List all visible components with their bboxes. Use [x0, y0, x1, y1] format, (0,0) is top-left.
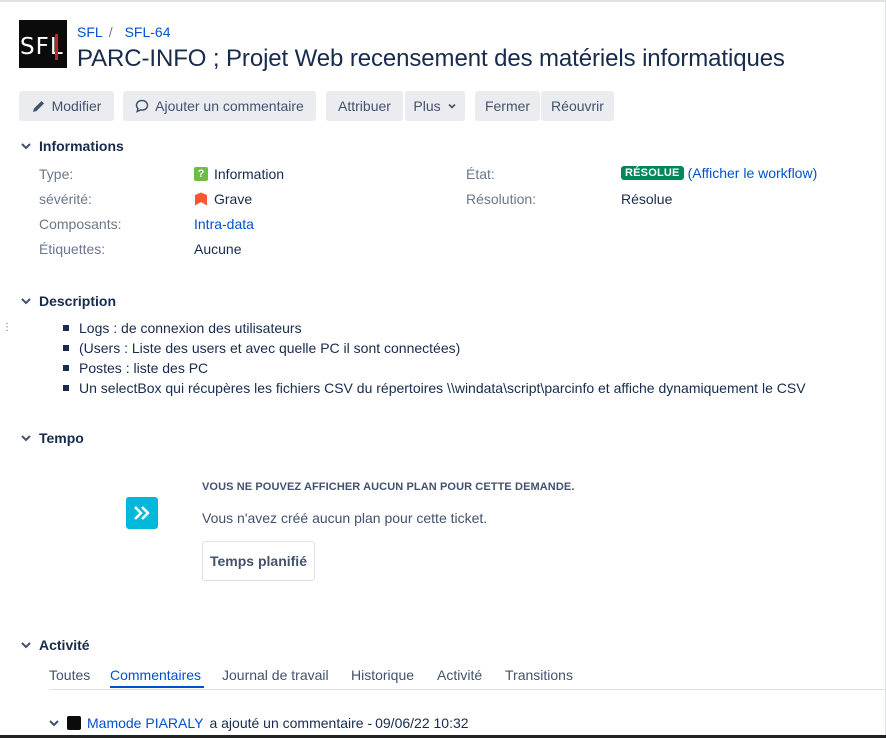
resize-handle[interactable]: ⋮ [2, 323, 12, 333]
type-label: Type: [39, 166, 74, 182]
tab-activity[interactable]: Activité [437, 667, 482, 683]
breadcrumb-project-link[interactable]: SFL [77, 24, 103, 40]
chevron-down-icon[interactable] [47, 716, 61, 730]
tempo-notice-text: Vous n'avez créé aucun plan pour cette t… [202, 510, 488, 526]
activity-heading: Activité [39, 637, 90, 653]
breadcrumb-issue-link[interactable]: SFL-64 [125, 24, 171, 40]
list-item: Un selectBox qui récupères les fichiers … [63, 378, 806, 398]
type-value-text: Information [214, 166, 285, 182]
comment-action-text: a ajouté un commentaire - [209, 715, 373, 731]
tab-transitions[interactable]: Transitions [505, 667, 573, 683]
chevron-down-icon [21, 435, 31, 442]
tempo-notice-title: VOUS NE POUVEZ AFFICHER AUCUN PLAN POUR … [202, 481, 575, 493]
comment-icon [135, 99, 149, 113]
list-item: Postes : liste des PC [63, 358, 806, 378]
tab-all[interactable]: Toutes [49, 667, 90, 683]
list-item: (Users : Liste des users et avec quelle … [63, 338, 806, 358]
tab-work-log[interactable]: Journal de travail [222, 667, 329, 683]
chevron-down-icon [448, 103, 456, 109]
comment-author-link[interactable]: Mamode PIARALY [87, 715, 203, 731]
details-heading: Informations [39, 138, 124, 154]
type-value: ? Information [194, 166, 284, 182]
status-value: RÉSOLUE (Afficher le workflow) [621, 165, 817, 181]
description-list: Logs : de connexion des utilisateurs (Us… [63, 318, 806, 398]
severity-grave-icon [195, 192, 207, 206]
pencil-icon [32, 101, 44, 112]
severity-value-text: Grave [214, 191, 253, 207]
project-avatar-accent [55, 34, 58, 60]
severity-value: Grave [194, 191, 252, 207]
information-type-icon: ? [194, 167, 208, 181]
labels-value: Aucune [194, 241, 242, 257]
comment-timestamp: 09/06/22 10:32 [375, 715, 469, 731]
more-button-label: Plus [413, 98, 441, 114]
chevron-down-icon [21, 642, 31, 649]
close-issue-button[interactable]: Fermer [475, 91, 540, 121]
activity-section-toggle[interactable]: Activité [19, 637, 90, 653]
double-chevron-right-icon [134, 506, 150, 520]
close-issue-button-label: Fermer [484, 98, 531, 114]
active-tab-indicator [110, 686, 204, 688]
edit-button-label: Modifier [51, 98, 102, 114]
page-title: PARC-INFO ; Projet Web recensement des m… [77, 45, 785, 72]
avatar [67, 716, 81, 730]
breadcrumb-separator: / [108, 24, 113, 40]
project-avatar[interactable]: SFL [19, 20, 67, 68]
reopen-issue-button-label: Réouvrir [551, 98, 604, 114]
tempo-heading: Tempo [39, 430, 84, 446]
tempo-section-toggle[interactable]: Tempo [19, 430, 84, 446]
view-workflow-link[interactable]: (Afficher le workflow) [688, 165, 818, 181]
tab-comments[interactable]: Commentaires [110, 667, 201, 683]
status-badge: RÉSOLUE [621, 166, 684, 180]
chevron-down-icon [21, 143, 31, 150]
tabs-divider [49, 689, 885, 690]
severity-label: sévérité: [39, 191, 92, 207]
labels-label: Étiquettes: [39, 241, 106, 257]
reopen-issue-button[interactable]: Réouvrir [541, 91, 614, 121]
description-section-toggle[interactable]: Description [19, 293, 116, 309]
status-label: État: [466, 166, 495, 182]
top-border [0, 0, 886, 2]
details-section-toggle[interactable]: Informations [19, 138, 124, 154]
add-comment-button[interactable]: Ajouter un commentaire [123, 91, 316, 121]
resolution-value: Résolue [621, 191, 673, 207]
tab-history[interactable]: Historique [351, 667, 414, 683]
resolution-label: Résolution: [466, 191, 537, 207]
description-heading: Description [39, 293, 117, 309]
chevron-down-icon [21, 298, 31, 305]
assign-button[interactable]: Attribuer [326, 91, 403, 121]
planned-time-button[interactable]: Temps planifié [202, 541, 315, 581]
breadcrumb: SFL / SFL-64 [77, 24, 171, 40]
tempo-icon [126, 497, 158, 529]
components-label: Composants: [39, 216, 122, 232]
edit-button[interactable]: Modifier [19, 91, 114, 121]
add-comment-button-label: Ajouter un commentaire [155, 98, 304, 114]
more-button[interactable]: Plus [405, 91, 465, 121]
components-link[interactable]: Intra-data [194, 216, 254, 232]
comment-header: Mamode PIARALY a ajouté un commentaire -… [47, 715, 469, 731]
list-item: Logs : de connexion des utilisateurs [63, 318, 806, 338]
assign-button-label: Attribuer [338, 98, 391, 114]
